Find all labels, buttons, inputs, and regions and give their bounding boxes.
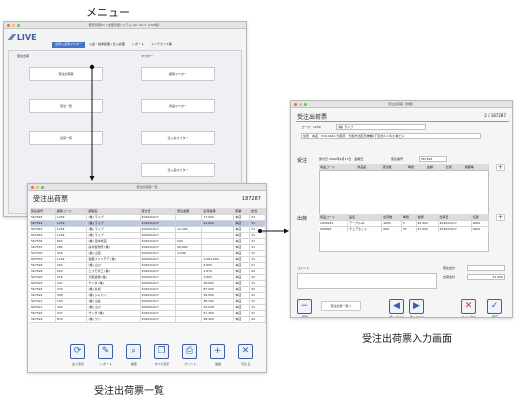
order-total-field (467, 265, 505, 271)
order-label: 受注 (297, 158, 308, 164)
input-title: 受注出荷票 (297, 114, 328, 121)
toolbar-label: 全て表示 (71, 362, 84, 366)
right-heading: マスター (141, 54, 154, 58)
footer-label: キャンセル (461, 315, 477, 318)
customer-master-button[interactable]: 顧客マスター (141, 67, 215, 81)
table-cell: 2020/04/17 (140, 316, 177, 323)
logo-text: LIVE (16, 33, 37, 42)
back-to-list-button[interactable]: 受注出荷一覧へ (321, 301, 361, 311)
tab-report[interactable]: レポート (129, 42, 147, 48)
list-window: 受注出荷票一覧 受注出荷票 187287 受注番号 顧客コード 顧客名 受付日 受注金額… (27, 183, 267, 373)
footer-label: 保存 (491, 315, 498, 318)
logo-mark-icon: ⁄⁄⁄ (10, 33, 15, 42)
footer-label: 次レコード (409, 315, 425, 318)
shipping-lines-table: 商品コード 品名 出荷数 単価 金額 出荷日 伝票 1004932 テーブルA1 4000 5 20,… (319, 214, 490, 233)
order-list-button[interactable]: 受注一覧 (29, 99, 103, 113)
order-lines-box (319, 170, 489, 220)
toolbar-label: プリント (183, 362, 196, 366)
total-records: 187287 (490, 113, 506, 118)
add-icon[interactable]: + (210, 344, 225, 359)
menu-caption: メニュー (86, 6, 130, 19)
copy-icon[interactable]: ❐ (154, 344, 169, 359)
toolbar-label: レポート (99, 362, 112, 366)
product-master-button[interactable]: 商品マスター (141, 99, 215, 113)
report-icon[interactable]: ✎ (98, 344, 113, 359)
add-ship-line-button[interactable]: + (496, 214, 505, 221)
prev-icon[interactable]: ◀ (389, 299, 404, 314)
input-window-title: 受注出荷票（詳細） (387, 102, 415, 106)
app-logo: ⁄⁄⁄ LIVE (10, 33, 37, 42)
ship-total-field: 41,000 (467, 274, 505, 280)
ship-total-label: 出荷合計 (443, 275, 456, 279)
input-caption: 受注出荷票入力画面 (362, 334, 452, 345)
record-count: 187287 (241, 196, 261, 202)
left-heading: 受注出荷 (17, 54, 30, 58)
tab-shipping[interactable]: 出荷入出荷マスター (52, 42, 86, 48)
check-icon[interactable]: ✓ (487, 299, 502, 314)
purchase-item-master-button[interactable]: 仕入品マスター (141, 163, 215, 177)
table-row[interactable]: 567519 879 (株) ワン 2020/04/17 38,400 本店 20 (30, 316, 266, 323)
ship-label: 出荷 (297, 216, 308, 222)
table-cell: 567519 (30, 316, 56, 323)
order-table: 受注番号 顧客コード 顧客名 受付日 受注金額 出荷金額 部署 担当 567545 1254 (株)… (30, 208, 266, 323)
toolbar-label: 閉じる (241, 362, 251, 366)
footer-label: 前レコード (389, 315, 405, 318)
list-titlebar: 受注出荷票一覧 (28, 184, 266, 191)
search-icon[interactable]: ⌕ (126, 344, 141, 359)
close-icon[interactable]: ✕ (238, 344, 253, 359)
input-window: 受注出荷票（詳細） 受注出荷票 2 / 187287 コード：1254 (株) … (290, 100, 513, 318)
table-cell: 38,400 (201, 316, 235, 323)
toolbar-label: 検索 (130, 362, 137, 366)
order-no-field[interactable]: 567544 (419, 156, 447, 162)
table-cell: 879 (55, 316, 88, 323)
menu-titlebar: 販売管理DX / 在庫管理システム Ver. 62.4（LIVE版） (4, 22, 246, 29)
customer-address-field[interactable]: 住所 本店 530-0041 大阪府 大阪市北区天神橋2丁目北2-1８(小林ビル (301, 133, 481, 139)
menu-tabs: 出荷入出荷マスター 入金・請求処理 / 仕入処理 レポート メンテナンス等 (52, 42, 175, 48)
table-cell: 本店 (233, 316, 251, 323)
next-icon[interactable]: ▶ (409, 299, 424, 314)
table-cell (175, 316, 203, 323)
comment-field[interactable] (297, 273, 437, 289)
comment-label: コメント (297, 266, 310, 270)
current-page: 2 (484, 113, 487, 118)
order-no-label: 受注番号 (391, 157, 404, 161)
record-pager: 2 / 187287 (484, 113, 506, 118)
footer-label: 削除 (301, 315, 308, 318)
toolbar-label: 追加 (214, 362, 221, 366)
list-window-title: 受注出荷票一覧 (136, 185, 158, 189)
customer-code: コード：1254 (301, 125, 321, 129)
tab-maintenance[interactable]: メンテナンス等 (148, 42, 175, 48)
customer-name-field[interactable]: (株) ライブ (336, 124, 426, 130)
table-cell: 20 (249, 316, 266, 323)
add-order-line-button[interactable]: + (496, 164, 505, 171)
minus-icon[interactable]: − (297, 299, 312, 314)
title-rule (296, 121, 509, 122)
supplier-master-button[interactable]: 仕入先マスター (141, 131, 215, 145)
print-icon[interactable]: ⎙ (182, 344, 197, 359)
cancel-icon[interactable]: ✕ (461, 299, 476, 314)
refresh-icon[interactable]: ⟳ (70, 344, 85, 359)
ship-lines-box (319, 232, 489, 252)
list-title: 受注出荷票 (33, 195, 68, 203)
order-slip-button[interactable]: 受注出荷票 (29, 67, 103, 81)
order-total-label: 受注合計 (443, 266, 456, 270)
shipping-list-button[interactable]: 出荷一覧 (29, 131, 103, 145)
toolbar-label: すべて表示 (154, 362, 170, 366)
tab-billing[interactable]: 入金・請求処理 / 仕入処理 (86, 42, 128, 48)
order-date: 受付日 2020年4月17日 金曜日 (319, 157, 364, 161)
list-caption: 受注出荷票一覧 (94, 386, 164, 397)
table-cell: (株) ワン (86, 316, 141, 323)
menu-window-title: 販売管理DX / 在庫管理システム Ver. 62.4（LIVE版） (88, 23, 162, 27)
input-titlebar: 受注出荷票（詳細） (291, 101, 512, 108)
